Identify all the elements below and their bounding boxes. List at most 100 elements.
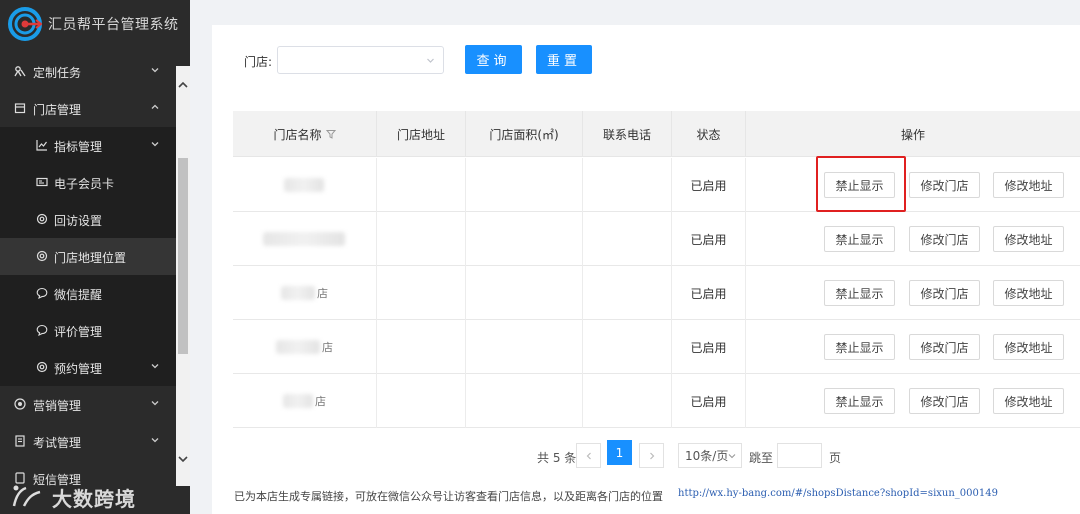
cell-area xyxy=(466,158,583,212)
scroll-thumb[interactable] xyxy=(178,158,188,354)
table-row: 店 已启用 禁止显示 修改门店 修改地址 xyxy=(233,320,1080,374)
scroll-up-icon[interactable] xyxy=(176,78,190,92)
column-store-name[interactable]: 门店名称 xyxy=(233,111,377,157)
cell-phone xyxy=(583,158,672,212)
sidebar-item-store-management[interactable]: 门店管理 xyxy=(0,90,176,127)
cell-status: 已启用 xyxy=(672,158,746,212)
table-row: 店 已启用 禁止显示 修改门店 修改地址 xyxy=(233,266,1080,320)
chevron-right-icon xyxy=(649,452,654,459)
cell-store-name xyxy=(233,158,377,212)
query-button[interactable]: 查询 xyxy=(465,45,522,74)
chat-icon xyxy=(36,324,48,336)
sidebar-item-revisit-settings[interactable]: 回访设置 xyxy=(0,201,176,238)
scroll-down-icon[interactable] xyxy=(176,452,190,466)
next-page-button[interactable] xyxy=(639,443,664,468)
hide-button[interactable]: 禁止显示 xyxy=(824,280,895,306)
settings-icon xyxy=(36,250,48,262)
column-area: 门店面积(㎡) xyxy=(466,111,583,157)
cell-status: 已启用 xyxy=(672,320,746,374)
target-logo-icon xyxy=(8,7,42,41)
sidebar-item-store-location[interactable]: 门店地理位置 xyxy=(0,238,176,275)
sidebar-item-custom-tasks[interactable]: 定制任务 xyxy=(0,53,176,90)
edit-address-button[interactable]: 修改地址 xyxy=(993,172,1064,198)
store-select[interactable] xyxy=(277,46,444,74)
column-actions: 操作 xyxy=(746,111,1080,157)
edit-store-button[interactable]: 修改门店 xyxy=(909,388,980,414)
sidebar-item-label: 微信提醒 xyxy=(54,288,103,302)
edit-store-button[interactable]: 修改门店 xyxy=(909,226,980,252)
chevron-left-icon xyxy=(586,452,591,459)
table-row: 已启用 禁止显示 修改门店 修改地址 xyxy=(233,158,1080,212)
store-distance-link[interactable]: http://wx.hy-bang.com/#/shopsDistance?sh… xyxy=(678,488,998,499)
cell-area xyxy=(466,212,583,266)
sidebar-item-exam[interactable]: 考试管理 xyxy=(0,423,176,460)
edit-store-button[interactable]: 修改门店 xyxy=(909,280,980,306)
sidebar-item-appointment-management[interactable]: 预约管理 xyxy=(0,349,176,386)
cell-phone xyxy=(583,374,672,428)
sidebar-item-label: 定制任务 xyxy=(33,66,82,80)
reset-button[interactable]: 重置 xyxy=(536,45,592,74)
top-strip xyxy=(190,0,1080,6)
edit-address-button[interactable]: 修改地址 xyxy=(993,280,1064,306)
column-address: 门店地址 xyxy=(377,111,466,157)
cell-status: 已启用 xyxy=(672,266,746,320)
store-name-tail: 店 xyxy=(317,287,328,300)
hide-button[interactable]: 禁止显示 xyxy=(824,388,895,414)
chevron-down-icon xyxy=(151,364,159,369)
column-status: 状态 xyxy=(672,111,746,157)
sidebar-item-label: 营销管理 xyxy=(33,399,82,413)
cell-phone xyxy=(583,320,672,374)
store-name-tail: 店 xyxy=(322,341,333,354)
store-icon xyxy=(14,103,26,114)
sidebar-item-metrics[interactable]: 指标管理 xyxy=(0,127,176,164)
column-label: 门店面积(㎡) xyxy=(489,127,559,142)
hide-button[interactable]: 禁止显示 xyxy=(824,334,895,360)
store-name-tail: 店 xyxy=(315,395,326,408)
column-label: 门店地址 xyxy=(396,127,445,142)
chevron-down-icon xyxy=(151,438,159,443)
sidebar-menu: 定制任务 门店管理 指标管理 电子会员卡 回访设置 门店地理位置 微信提醒 评价… xyxy=(0,53,176,497)
chevron-down-icon xyxy=(728,454,736,459)
blurred-name xyxy=(283,178,324,192)
table-header: 门店名称 门店地址 门店面积(㎡) 联系电话 状态 操作 xyxy=(233,111,1080,157)
page-button-current[interactable]: 1 xyxy=(607,440,632,465)
watermark-logo-icon xyxy=(12,485,41,507)
sidebar-item-wechat-reminder[interactable]: 微信提醒 xyxy=(0,275,176,312)
jump-to-input[interactable] xyxy=(777,443,822,468)
chat-icon xyxy=(36,287,48,299)
filter-icon[interactable] xyxy=(325,129,336,139)
edit-address-button[interactable]: 修改地址 xyxy=(993,226,1064,252)
cell-actions: 禁止显示 修改门店 修改地址 xyxy=(746,266,1080,320)
cell-area xyxy=(466,320,583,374)
column-phone: 联系电话 xyxy=(583,111,672,157)
prev-page-button[interactable] xyxy=(576,443,601,468)
sidebar-item-label: 预约管理 xyxy=(54,362,103,376)
blurred-name xyxy=(276,340,320,354)
column-label: 门店名称 xyxy=(273,127,322,142)
jump-to-label: 跳至 xyxy=(749,451,774,465)
marketing-icon xyxy=(14,398,26,410)
edit-store-button[interactable]: 修改门店 xyxy=(909,334,980,360)
page-size-select[interactable]: 10条/页 xyxy=(678,443,742,468)
cell-area xyxy=(466,374,583,428)
sidebar-scrollbar[interactable] xyxy=(176,66,190,486)
store-filter-label: 门店: xyxy=(244,55,273,69)
edit-address-button[interactable]: 修改地址 xyxy=(993,334,1064,360)
sidebar-item-review-management[interactable]: 评价管理 xyxy=(0,312,176,349)
member-card-icon xyxy=(36,177,48,187)
edit-store-button[interactable]: 修改门店 xyxy=(909,172,980,198)
highlight-annotation xyxy=(816,156,906,212)
app-logo[interactable]: 汇员帮平台管理系统 xyxy=(0,0,190,48)
table-row: 店 已启用 禁止显示 修改门店 修改地址 xyxy=(233,374,1080,428)
cell-store-name: 店 xyxy=(233,266,377,320)
cell-actions: 禁止显示 修改门店 修改地址 xyxy=(746,158,1080,212)
settings-icon xyxy=(36,213,48,225)
cell-address xyxy=(377,158,466,212)
page-unit-label: 页 xyxy=(829,451,842,465)
cell-actions: 禁止显示 修改门店 修改地址 xyxy=(746,320,1080,374)
sidebar-item-marketing[interactable]: 营销管理 xyxy=(0,386,176,423)
column-label: 状态 xyxy=(696,127,721,142)
hide-button[interactable]: 禁止显示 xyxy=(824,226,895,252)
edit-address-button[interactable]: 修改地址 xyxy=(993,388,1064,414)
sidebar-item-member-card[interactable]: 电子会员卡 xyxy=(0,164,176,201)
